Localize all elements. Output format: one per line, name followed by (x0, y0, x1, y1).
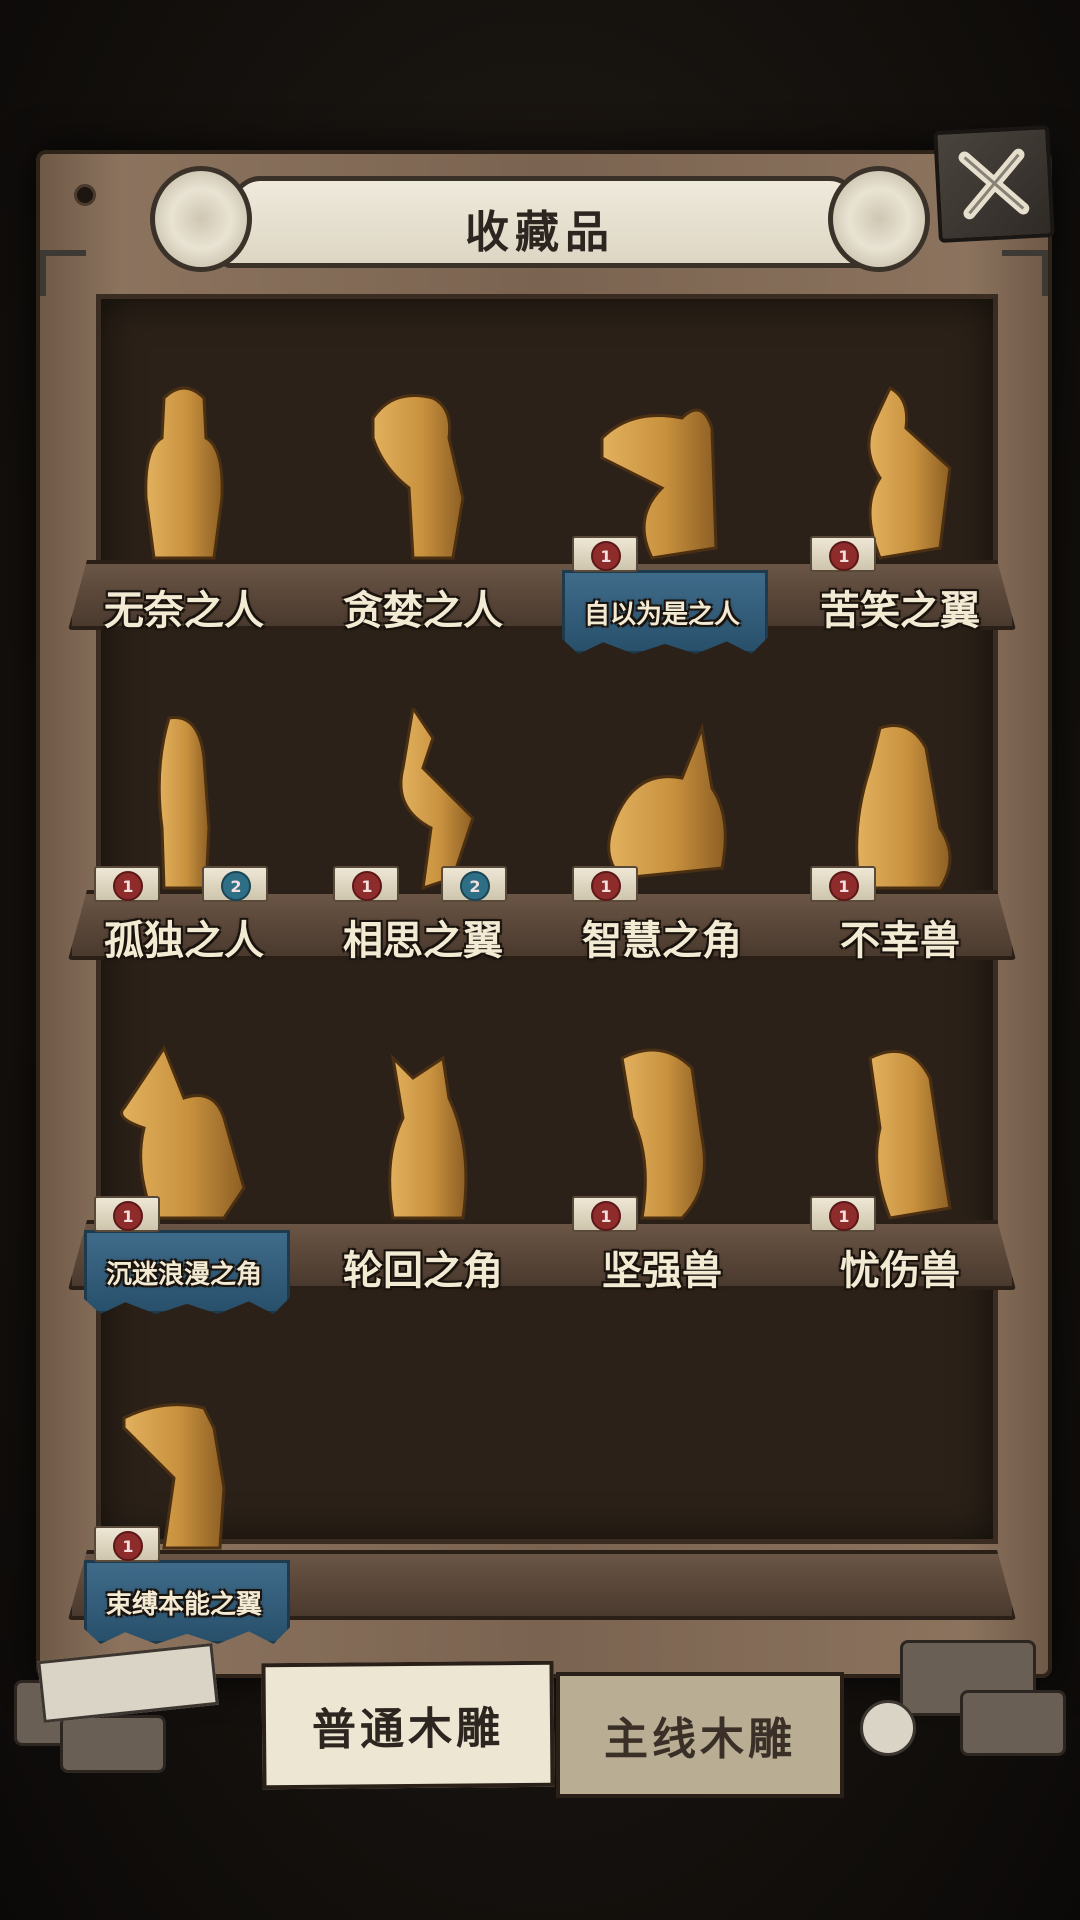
rubble-decoration (60, 1715, 166, 1773)
item-label: 智慧之角 (582, 917, 742, 964)
badge-envelope-icon: 1 (572, 536, 638, 572)
collection-item[interactable]: 1 2 孤独之人 (84, 708, 284, 988)
item-label: 孤独之人 (104, 917, 264, 964)
collection-item[interactable]: 1 2 相思之翼 (323, 708, 523, 988)
badge-envelope-icon: 1 (333, 866, 399, 902)
badge-count: 1 (113, 1531, 143, 1561)
tab-normal-carving[interactable]: 普通木雕 (261, 1660, 555, 1790)
collection-item[interactable]: 轮回之角 (323, 1038, 523, 1318)
badge-envelope-icon: 1 (94, 1196, 160, 1232)
badge-count: 1 (591, 871, 621, 901)
badge-envelope-icon: 1 (94, 1526, 160, 1562)
badge-count: 2 (460, 871, 490, 901)
item-label: 坚强兽 (602, 1247, 722, 1294)
wood-carving-icon (388, 1053, 468, 1220)
item-label: 忧伤兽 (840, 1247, 960, 1294)
collection-item[interactable]: 1 束缚本能之翼 (84, 1368, 290, 1648)
wood-carving-icon (144, 386, 224, 560)
scroll-roll-icon (860, 1700, 916, 1756)
corner-bracket-icon (40, 250, 86, 296)
nail-icon (74, 184, 96, 206)
item-label: 束缚本能之翼 (105, 1590, 262, 1620)
title-scroll: 收藏品 (150, 148, 930, 272)
item-label: 自以为是之人 (583, 600, 740, 630)
item-label: 相思之翼 (343, 917, 503, 964)
collection-item[interactable]: 贪婪之人 (323, 378, 523, 658)
badge-count: 1 (352, 871, 382, 901)
item-label: 轮回之角 (343, 1247, 503, 1294)
badge-count: 1 (591, 541, 621, 571)
badge-envelope-icon: 1 (572, 1196, 638, 1232)
item-label: 苦笑之翼 (820, 587, 980, 634)
badge-envelope-icon: 2 (441, 866, 507, 902)
collection-item[interactable]: 1 智慧之角 (562, 708, 762, 988)
badge-count: 1 (113, 1201, 143, 1231)
collection-screen: 收藏品 无奈之人 贪婪之人 1 自以为是之人 1 苦笑之翼 1 2 孤独之人 1 2 相思之翼 1 智慧之… (0, 0, 1080, 1920)
badge-envelope-icon: 1 (810, 866, 876, 902)
item-label: 不幸兽 (840, 917, 960, 964)
badge-envelope-icon: 2 (202, 866, 268, 902)
collection-item[interactable]: 1 自以为是之人 (562, 378, 768, 658)
collection-item[interactable]: 1 忧伤兽 (800, 1038, 1000, 1318)
page-title: 收藏品 (465, 207, 615, 258)
badge-count: 1 (113, 871, 143, 901)
item-label: 无奈之人 (104, 587, 264, 634)
collection-item[interactable]: 1 坚强兽 (562, 1038, 762, 1318)
tab-main-carving[interactable]: 主线木雕 (556, 1672, 844, 1798)
corner-bracket-icon (1002, 250, 1048, 296)
badge-envelope-icon: 1 (810, 536, 876, 572)
badge-count: 1 (829, 1201, 859, 1231)
collection-item[interactable]: 1 沉迷浪漫之角 (84, 1038, 290, 1318)
close-icon (958, 148, 1030, 220)
badge-count: 1 (829, 871, 859, 901)
badge-envelope-icon: 1 (810, 1196, 876, 1232)
close-button[interactable] (933, 125, 1055, 243)
collection-item[interactable]: 1 不幸兽 (800, 708, 1000, 988)
rubble-decoration (960, 1690, 1066, 1756)
badge-count: 2 (221, 871, 251, 901)
badge-envelope-icon: 1 (572, 866, 638, 902)
item-label: 贪婪之人 (343, 587, 503, 634)
badge-envelope-icon: 1 (94, 866, 160, 902)
badge-count: 1 (829, 541, 859, 571)
wood-carving-icon (371, 394, 465, 560)
collection-item[interactable]: 无奈之人 (84, 378, 284, 658)
collection-item[interactable]: 1 苦笑之翼 (800, 378, 1000, 658)
item-label: 沉迷浪漫之角 (105, 1260, 262, 1290)
badge-count: 1 (591, 1201, 621, 1231)
